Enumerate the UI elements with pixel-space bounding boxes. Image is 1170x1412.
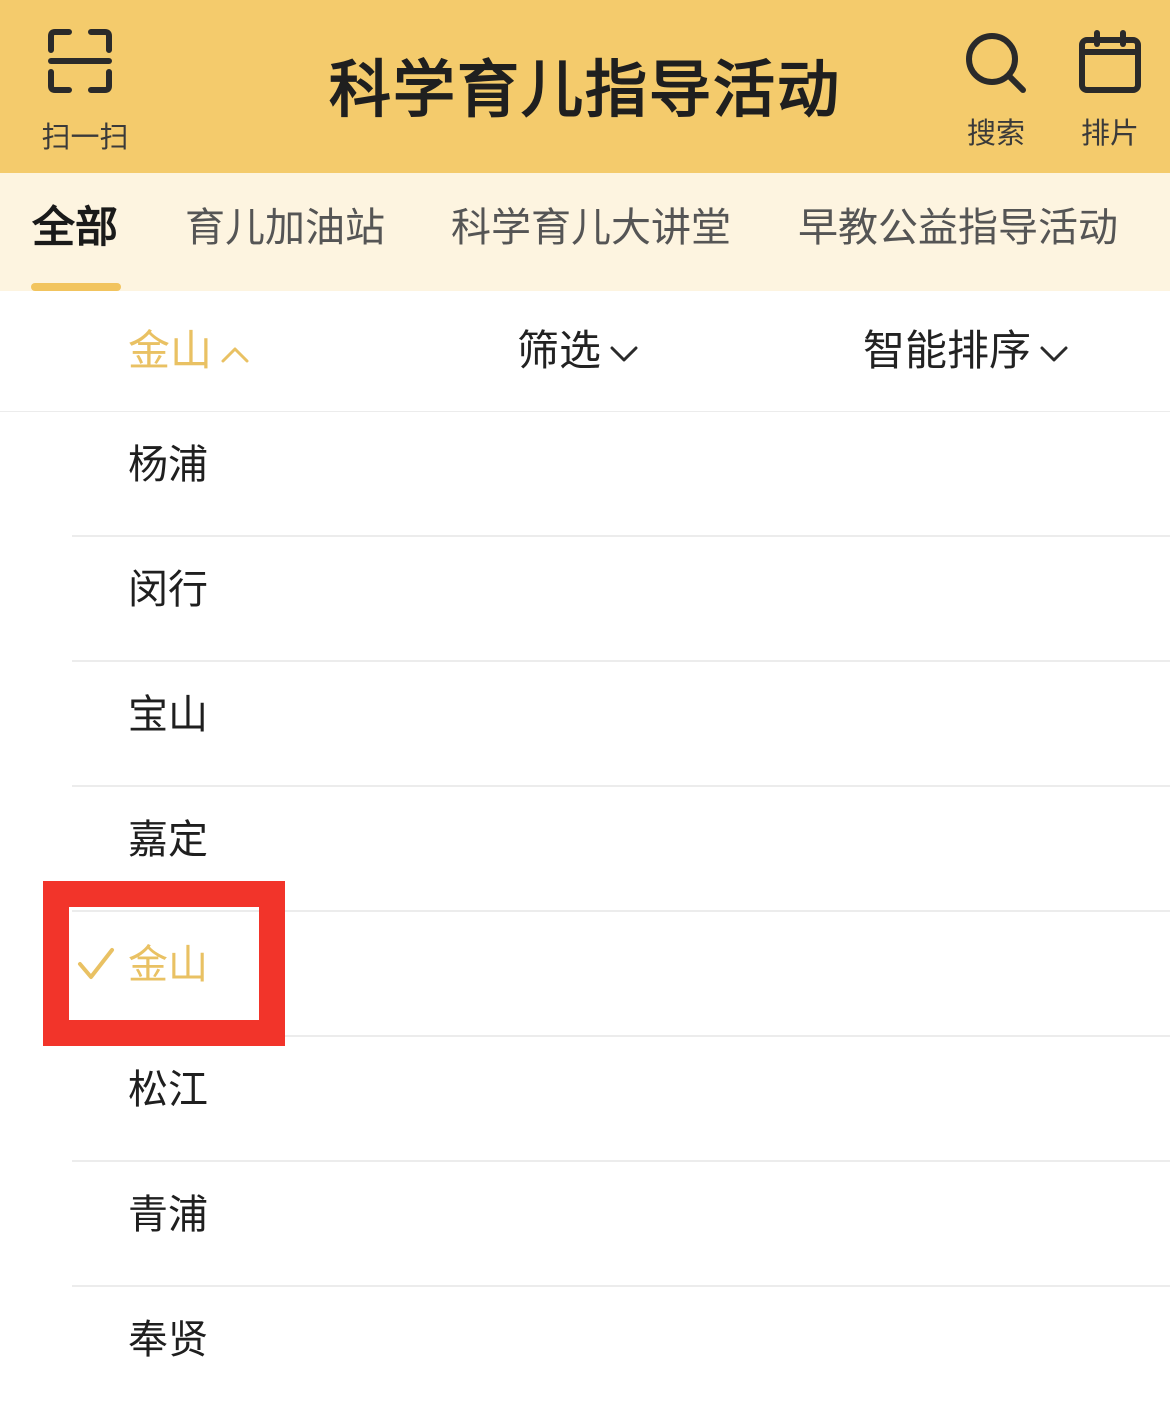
app-header: 扫一扫 科学育儿指导活动 搜索 排片 — [0, 0, 1170, 173]
tab-early-education[interactable]: 早教公益指导活动 — [798, 203, 1118, 253]
scan-button[interactable]: 扫一扫 — [30, 24, 140, 154]
district-option-label: 奉贤 — [128, 1317, 208, 1363]
chevron-down-icon — [1040, 346, 1068, 361]
chevron-down-icon — [610, 346, 638, 361]
sort-dropdown-label: 智能排序 — [863, 326, 1032, 375]
district-option[interactable]: 宝山 — [0, 662, 1170, 787]
sort-dropdown[interactable]: 智能排序 — [863, 324, 1069, 378]
filter-bar: 金山 筛选 智能排序 — [0, 291, 1170, 412]
district-option[interactable]: 松江 — [0, 1037, 1170, 1162]
scan-label: 扫一扫 — [41, 120, 129, 154]
schedule-label: 排片 — [1080, 116, 1139, 150]
page-title: 科学育儿指导活动 — [328, 53, 841, 126]
district-option-label: 松江 — [128, 1067, 208, 1113]
search-icon — [966, 33, 1026, 93]
tab-all[interactable]: 全部 — [32, 203, 118, 253]
district-dropdown[interactable]: 金山 — [128, 324, 250, 378]
district-dropdown-label: 金山 — [128, 326, 213, 375]
filter-dropdown[interactable]: 筛选 — [517, 324, 639, 378]
district-option[interactable]: 奉贤 — [0, 1287, 1170, 1412]
district-option-label: 青浦 — [128, 1192, 208, 1238]
district-option-label: 杨浦 — [128, 442, 208, 488]
scan-icon — [48, 29, 112, 93]
district-option-label: 嘉定 — [128, 817, 208, 863]
district-option[interactable]: 闵行 — [0, 537, 1170, 662]
tab-parenting-station[interactable]: 育儿加油站 — [185, 203, 385, 253]
active-tab-indicator — [31, 283, 121, 291]
filter-dropdown-label: 筛选 — [517, 326, 602, 375]
district-option[interactable]: 杨浦 — [0, 412, 1170, 537]
district-option[interactable]: 青浦 — [0, 1162, 1170, 1287]
tab-lecture-hall[interactable]: 科学育儿大讲堂 — [451, 203, 731, 253]
category-tabs: 全部 育儿加油站 科学育儿大讲堂 早教公益指导活动 — [0, 173, 1170, 291]
chevron-up-icon — [221, 347, 249, 362]
search-button[interactable]: 搜索 — [951, 30, 1041, 150]
schedule-button[interactable]: 排片 — [1065, 30, 1155, 150]
district-option-label: 宝山 — [128, 692, 208, 738]
calendar-icon — [1079, 30, 1141, 93]
district-option-label: 闵行 — [128, 567, 208, 613]
highlight-box — [43, 881, 285, 1046]
search-label: 搜索 — [966, 116, 1025, 150]
